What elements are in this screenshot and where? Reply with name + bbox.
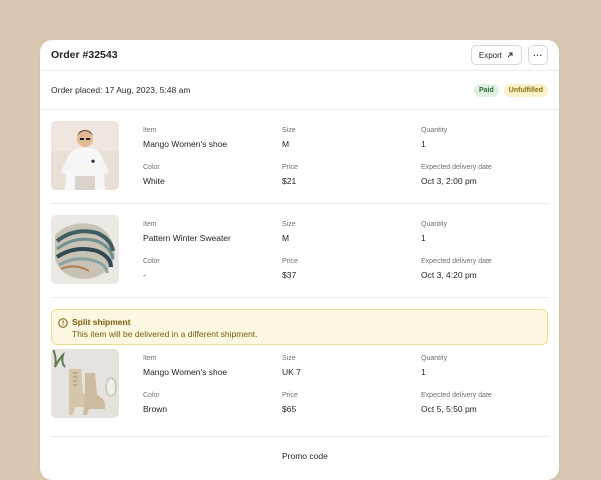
order-info-row: Order placed: 17 Aug, 2023, 5:48 am Paid… [40, 71, 559, 110]
quantity-label: Quantity [421, 127, 448, 134]
item-label: Item [143, 127, 157, 134]
export-label: Export [478, 50, 502, 60]
more-icon: ··· [533, 50, 543, 60]
item-name: Mango Women's shoe [143, 367, 228, 377]
external-link-icon [507, 52, 513, 58]
price-label: Price [282, 164, 298, 171]
export-button[interactable]: Export [470, 45, 522, 65]
delivery-label: Expected delivery date [421, 392, 492, 399]
order-header: Order #32543 Export ··· [40, 40, 559, 71]
quantity-field: Quantity 1 [421, 126, 447, 150]
alert-description: This item will be delivered in a differe… [72, 329, 258, 339]
item-size: M [282, 233, 290, 243]
size-field: Size M [282, 126, 296, 150]
item-field: Item Mango Women's shoe [143, 126, 227, 150]
item-quantity: 1 [421, 367, 426, 377]
price-field: Price $65 [282, 391, 298, 415]
product-image-sweater [51, 215, 119, 284]
color-label: Color [143, 258, 160, 265]
item-field: Item Pattern Winter Sweater [143, 220, 231, 244]
item-label: Item [143, 355, 157, 362]
more-options-button[interactable]: ··· [528, 45, 548, 65]
header-actions: Export ··· [470, 45, 548, 65]
color-field: Color - [143, 257, 160, 281]
item-color: White [143, 176, 165, 186]
item-size: UK 7 [282, 367, 301, 377]
order-item: Item Mango Women's shoe Size UK 7 Quanti… [51, 345, 548, 437]
delivery-label: Expected delivery date [421, 258, 492, 265]
color-field: Color White [143, 163, 165, 187]
split-shipment-alert: Split shipment This item will be deliver… [51, 309, 548, 345]
item-name: Mango Women's shoe [143, 139, 228, 149]
item-size: M [282, 139, 290, 149]
price-field: Price $37 [282, 257, 298, 281]
price-label: Price [282, 392, 298, 399]
item-color: - [143, 270, 146, 280]
order-title: Order #32543 [51, 49, 118, 61]
order-item: Item Mango Women's shoe Size M Quantity … [51, 110, 548, 204]
delivery-field: Expected delivery date Oct 3, 2:00 pm [421, 163, 492, 187]
size-field: Size M [282, 220, 296, 244]
delivery-field: Expected delivery date Oct 5, 5:50 pm [421, 391, 492, 415]
product-image-boots [51, 349, 119, 418]
promo-code-label: Promo code [282, 451, 328, 461]
item-label: Item [143, 221, 157, 228]
item-price: $21 [282, 176, 297, 186]
color-label: Color [143, 164, 160, 171]
item-price: $65 [282, 404, 297, 414]
quantity-label: Quantity [421, 221, 448, 228]
price-field: Price $21 [282, 163, 298, 187]
size-label: Size [282, 127, 296, 134]
warning-icon [58, 318, 68, 328]
item-quantity: 1 [421, 139, 426, 149]
price-label: Price [282, 258, 298, 265]
color-label: Color [143, 392, 160, 399]
unfulfilled-badge: Unfulfilled [503, 83, 548, 97]
item-quantity: 1 [421, 233, 426, 243]
size-field: Size UK 7 [282, 354, 301, 378]
quantity-field: Quantity 1 [421, 220, 447, 244]
item-delivery: Oct 5, 5:50 pm [421, 404, 477, 414]
item-field: Item Mango Women's shoe [143, 354, 227, 378]
alert-title: Split shipment [72, 317, 131, 327]
product-image-tshirt [51, 121, 119, 190]
item-delivery: Oct 3, 4:20 pm [421, 270, 477, 280]
item-price: $37 [282, 270, 297, 280]
color-field: Color Brown [143, 391, 167, 415]
order-item: Item Pattern Winter Sweater Size M Quant… [51, 204, 548, 298]
item-color: Brown [143, 404, 168, 414]
paid-badge: Paid [473, 83, 499, 97]
quantity-label: Quantity [421, 355, 448, 362]
status-badges: Paid Unfulfilled [473, 83, 548, 97]
item-name: Pattern Winter Sweater [143, 233, 231, 243]
delivery-label: Expected delivery date [421, 164, 492, 171]
size-label: Size [282, 221, 296, 228]
order-card: Order #32543 Export ··· Order placed: 17… [40, 40, 559, 480]
order-placed-date: Order placed: 17 Aug, 2023, 5:48 am [51, 85, 191, 95]
item-delivery: Oct 3, 2:00 pm [421, 176, 477, 186]
size-label: Size [282, 355, 296, 362]
quantity-field: Quantity 1 [421, 354, 447, 378]
delivery-field: Expected delivery date Oct 3, 4:20 pm [421, 257, 492, 281]
